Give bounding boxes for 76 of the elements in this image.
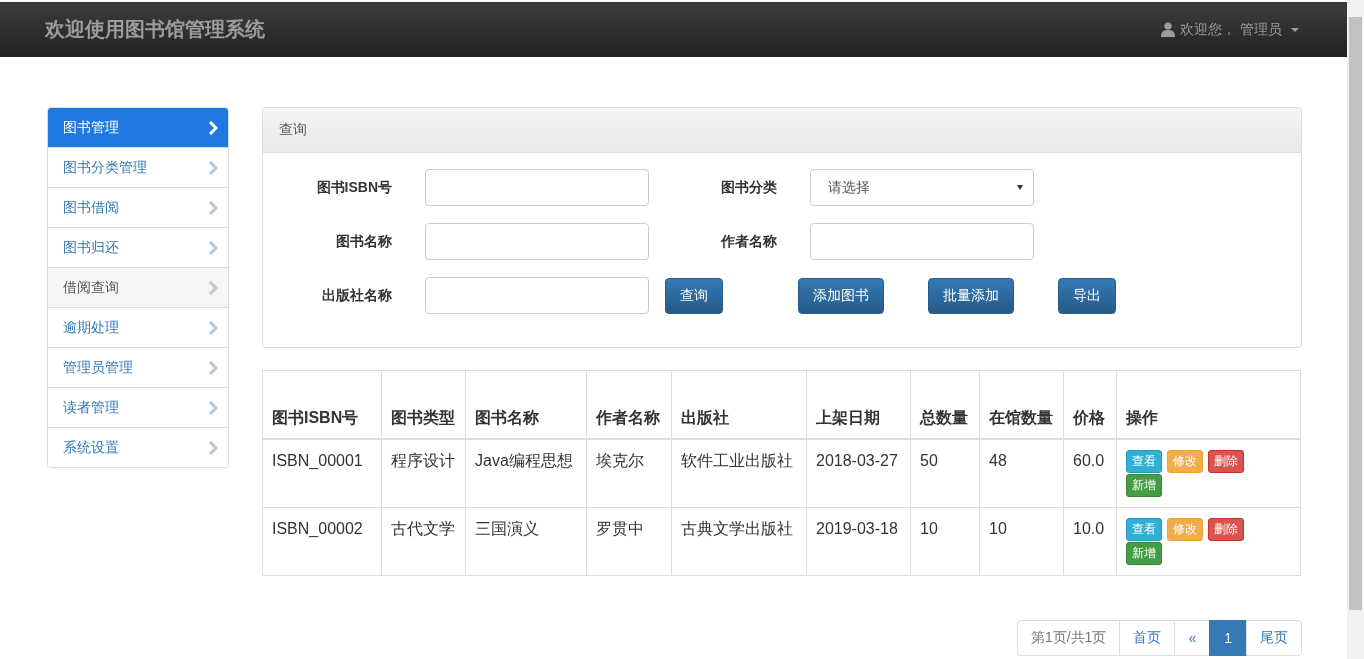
table-cell: 三国演义 [465,507,587,576]
table-cell: 48 [979,439,1064,508]
table-cell: 10 [979,507,1064,576]
table-cell: 罗贯中 [586,507,672,576]
user-icon [1161,22,1176,37]
column-header: 上架日期 [806,370,911,439]
column-header: 在馆数量 [979,370,1064,439]
field-label: 图书名称 [335,232,392,251]
input-field[interactable] [425,169,649,206]
chevron-right-icon [208,280,218,295]
user-menu[interactable]: 欢迎您， 管理员 [1161,20,1299,39]
chevron-right-icon [208,360,218,375]
chevron-right-icon [208,120,218,135]
column-header: 总数量 [910,370,980,439]
action-button[interactable]: 添加图书 [798,277,884,314]
table-cell: 埃克尔 [586,439,672,508]
panel-title: 查询 [279,121,307,139]
action-button[interactable]: 查询 [665,277,723,314]
field-label: 作者名称 [719,232,777,251]
table-cell: 2018-03-27 [806,439,911,508]
action-button[interactable]: 批量添加 [928,277,1014,314]
row-action-button[interactable]: 查看 [1126,518,1162,541]
chevron-right-icon [208,200,218,215]
action-button[interactable]: 导出 [1058,277,1116,314]
table-cell: 程序设计 [381,439,466,508]
row-action-button[interactable]: 查看 [1126,450,1162,473]
sidebar-item[interactable]: 图书管理 [48,108,228,147]
table-cell: 古典文学出版社 [671,507,807,576]
sidebar-item[interactable]: 图书借阅 [48,187,228,227]
input-field[interactable] [425,277,649,314]
table-cell: 软件工业出版社 [671,439,807,508]
page-link[interactable]: 1 [1209,620,1247,656]
table-cell: 10 [910,507,980,576]
column-header: 图书ISBN号 [262,370,382,439]
table-cell: ISBN_00002 [262,507,382,576]
column-header: 操作 [1116,370,1301,439]
column-header: 价格 [1063,370,1117,439]
column-header: 出版社 [671,370,807,439]
sidebar-item[interactable]: 图书归还 [48,227,228,267]
field-label: 图书分类 [720,178,777,197]
row-action-button[interactable]: 删除 [1208,518,1244,541]
page-link[interactable]: 尾页 [1246,620,1302,656]
sidebar-item[interactable]: 系统设置 [48,427,228,467]
page-info: 第1页/共1页 [1016,620,1121,656]
table-cell: 10.0 [1063,507,1117,576]
page-link[interactable]: « [1174,620,1211,656]
row-action-button[interactable]: 删除 [1208,450,1244,473]
table-cell: ISBN_00001 [262,439,382,508]
table-cell: Java编程思想 [465,439,587,508]
sidebar-item[interactable]: 管理员管理 [48,347,228,387]
column-header: 作者名称 [586,370,672,439]
column-header: 图书类型 [381,370,466,439]
table-cell: 古代文学 [381,507,466,576]
chevron-right-icon [208,440,218,455]
chevron-right-icon [208,400,218,415]
chevron-right-icon [208,240,218,255]
sidebar-item[interactable]: 图书分类管理 [48,147,228,187]
table-cell: 2019-03-18 [806,507,911,576]
scrollbar[interactable] [1347,0,1364,659]
field-label: 图书ISBN号 [315,178,392,197]
input-field[interactable] [810,223,1034,260]
category-select[interactable]: 请选择 [810,169,1034,206]
chevron-right-icon [208,160,218,175]
column-header: 图书名称 [465,370,587,439]
chevron-right-icon [208,320,218,335]
app-title: 欢迎使用图书馆管理系统 [45,17,265,42]
page-link[interactable]: 首页 [1119,620,1176,656]
row-action-button[interactable]: 新增 [1126,474,1162,497]
table-cell: 50 [910,439,980,508]
input-field[interactable] [425,223,649,260]
field-label: 出版社名称 [321,286,392,305]
row-action-button[interactable]: 新增 [1126,542,1162,565]
sidebar-item[interactable]: 借阅查询 [48,267,228,307]
table-cell: 60.0 [1063,439,1117,508]
sidebar-item[interactable]: 读者管理 [48,387,228,427]
sidebar-item[interactable]: 逾期处理 [48,307,228,347]
